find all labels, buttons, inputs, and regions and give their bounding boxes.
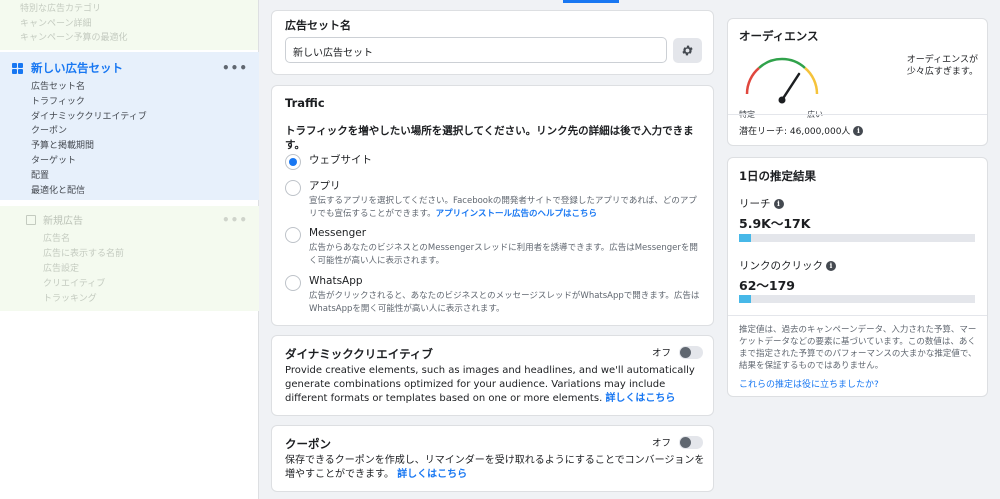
traffic-description: トラフィックを増やしたい場所を選択してください。リンク先の詳細は後で入力できます… (285, 125, 694, 151)
active-tab-indicator (563, 0, 619, 3)
traffic-option-whatsapp[interactable]: WhatsApp 広告がクリックされると、あなたのビジネスとのメッセージスレッド… (285, 275, 701, 315)
gear-icon (682, 45, 693, 56)
clicks-bar-fill (739, 295, 751, 303)
sidebar: 特別な広告カテゴリ キャンペーン詳細 キャンペーン予算の最適化 新しい広告セット… (0, 0, 259, 499)
clicks-value: 62〜179 (739, 278, 795, 293)
audience-note: オーディエンスが少々広すぎます。 (906, 55, 978, 77)
divider (728, 315, 987, 316)
sidebar-item-ad-settings[interactable]: 広告設定 (43, 262, 124, 277)
sidebar-new-ad-header[interactable]: 新規広告 ••• (26, 212, 248, 227)
sidebar-item-dynamic-creative[interactable]: ダイナミッククリエイティブ (31, 110, 147, 125)
reach-metric-label: リーチ i (739, 196, 784, 211)
sidebar-new-ad-title: 新規広告 (43, 216, 83, 227)
sidebar-item-adset-name[interactable]: 広告セット名 (31, 80, 147, 95)
sidebar-item-creative[interactable]: クリエイティブ (43, 277, 124, 292)
estimates-note: 推定値は、過去のキャンペーンデータ、入力された予算、マーケットデータなどの要素に… (739, 325, 977, 371)
coupon-body: 保存できるクーポンを作成し、リマインダーを受け取れるようにすることでコンバージョ… (285, 455, 705, 480)
reach-label-text: リーチ (739, 198, 771, 210)
clicks-metric-label: リンクのクリック i (739, 258, 836, 273)
coupon-toggle-wrap: オフ (652, 435, 703, 449)
settings-button[interactable] (673, 38, 702, 63)
more-options-icon[interactable]: ••• (222, 61, 248, 75)
sidebar-adset-title: 新しい広告セット (31, 61, 123, 75)
traffic-option-label: ウェブサイト (309, 154, 372, 166)
estimates-title: 1日の推定結果 (739, 169, 817, 183)
sidebar-item-campaign-details[interactable]: キャンペーン詳細 (20, 17, 258, 32)
traffic-option-label: WhatsApp (309, 275, 363, 287)
ad-icon (26, 214, 36, 225)
dynamic-creative-body: Provide creative elements, such as image… (285, 365, 695, 404)
sidebar-item-optimization[interactable]: 最適化と配信 (31, 184, 147, 199)
dynamic-creative-toggle-wrap: オフ (652, 345, 703, 359)
dynamic-creative-toggle[interactable] (679, 345, 703, 359)
clicks-bar (739, 295, 975, 303)
traffic-option-messenger[interactable]: Messenger 広告からあなたのビジネスとのMessengerスレッドに利用… (285, 227, 701, 267)
coupon-toggle[interactable] (679, 435, 703, 449)
audience-title: オーディエンス (739, 29, 819, 43)
sidebar-item-budget-schedule[interactable]: 予算と掲載期間 (31, 139, 147, 154)
radio-button[interactable] (285, 275, 301, 291)
traffic-title: Traffic (285, 96, 325, 110)
app-install-help-link[interactable]: アプリインストール広告のヘルプはこちら (436, 209, 597, 219)
info-icon[interactable]: i (826, 260, 836, 271)
radio-button[interactable] (285, 180, 301, 196)
reach-bar-fill (739, 234, 751, 242)
adset-name-input[interactable]: 新しい広告セット (285, 37, 667, 63)
sidebar-item-coupon[interactable]: クーポン (31, 124, 147, 139)
radio-button[interactable] (285, 227, 301, 243)
reach-value: 5.9K〜17K (739, 216, 811, 231)
coupon-title: クーポン (285, 437, 331, 451)
estimates-feedback-link[interactable]: これらの推定は役に立ちましたか? (739, 377, 879, 390)
divider (728, 114, 987, 115)
potential-reach-text: 潜在リーチ: 46,000,000人 (739, 127, 851, 137)
adset-name-card: 広告セット名 新しい広告セット (271, 10, 714, 75)
toggle-label: オフ (651, 348, 671, 359)
grid-icon (12, 62, 23, 74)
info-icon[interactable]: i (853, 125, 864, 136)
sidebar-campaign-section: 特別な広告カテゴリ キャンペーン詳細 キャンペーン予算の最適化 (0, 0, 258, 50)
radio-button[interactable] (285, 154, 301, 170)
sidebar-item-special-category[interactable]: 特別な広告カテゴリ (20, 2, 258, 17)
info-icon[interactable]: i (773, 198, 784, 209)
adset-name-label: 広告セット名 (285, 19, 351, 32)
sidebar-item-ad-name[interactable]: 広告名 (43, 232, 124, 247)
dynamic-creative-card: ダイナミッククリエイティブ オフ Provide creative elemen… (271, 335, 714, 416)
traffic-card: Traffic トラフィックを増やしたい場所を選択してください。リンク先の詳細は… (271, 85, 714, 326)
sidebar-adset-items: 広告セット名 トラフィック ダイナミッククリエイティブ クーポン 予算と掲載期間… (31, 80, 147, 198)
sidebar-item-placement[interactable]: 配置 (31, 169, 147, 184)
reach-bar (739, 234, 975, 242)
daily-estimates-card: 1日の推定結果 リーチ i 5.9K〜17K リンクのクリック i 62〜179… (727, 157, 988, 397)
sidebar-item-budget-optimization[interactable]: キャンペーン予算の最適化 (20, 31, 258, 46)
more-options-icon[interactable]: ••• (222, 213, 248, 227)
sidebar-new-ad-items: 広告名 広告に表示する名前 広告設定 クリエイティブ トラッキング (43, 232, 124, 307)
traffic-option-description: 宣伝するアプリを選択してください。Facebookの開発者サイトで登録したアプリ… (309, 196, 697, 219)
sidebar-adset-header[interactable]: 新しい広告セット ••• (12, 60, 248, 76)
audience-card: オーディエンス 特定 広い オーディエンスが少々広すぎます。 潜在リーチ: 46… (727, 18, 988, 146)
sidebar-item-target[interactable]: ターゲット (31, 154, 147, 169)
potential-reach: 潜在リーチ: 46,000,000人 i (739, 124, 864, 137)
coupon-card: クーポン オフ 保存できるクーポンを作成し、リマインダーを受け取れるようにするこ… (271, 425, 714, 492)
traffic-option-label: アプリ (309, 180, 341, 192)
clicks-label-text: リンクのクリック (739, 260, 823, 272)
traffic-option-website[interactable]: ウェブサイト (285, 154, 372, 170)
toggle-label: オフ (651, 438, 671, 449)
sidebar-item-traffic[interactable]: トラフィック (31, 95, 147, 110)
dynamic-creative-title: ダイナミッククリエイティブ (285, 347, 433, 361)
traffic-option-app[interactable]: アプリ 宣伝するアプリを選択してください。Facebookの開発者サイトで登録し… (285, 180, 701, 220)
traffic-option-description: 広告からあなたのビジネスとのMessengerスレッドに利用者を誘導できます。広… (309, 243, 698, 266)
traffic-option-label: Messenger (309, 227, 367, 239)
sidebar-item-tracking[interactable]: トラッキング (43, 292, 124, 307)
traffic-option-description: 広告がクリックされると、あなたのビジネスとのメッセージスレッドがWhatsApp… (309, 291, 700, 314)
learn-more-link[interactable]: 詳しくはこちら (397, 469, 467, 480)
sidebar-item-display-name[interactable]: 広告に表示する名前 (43, 247, 124, 262)
learn-more-link[interactable]: 詳しくはこちら (605, 393, 675, 404)
